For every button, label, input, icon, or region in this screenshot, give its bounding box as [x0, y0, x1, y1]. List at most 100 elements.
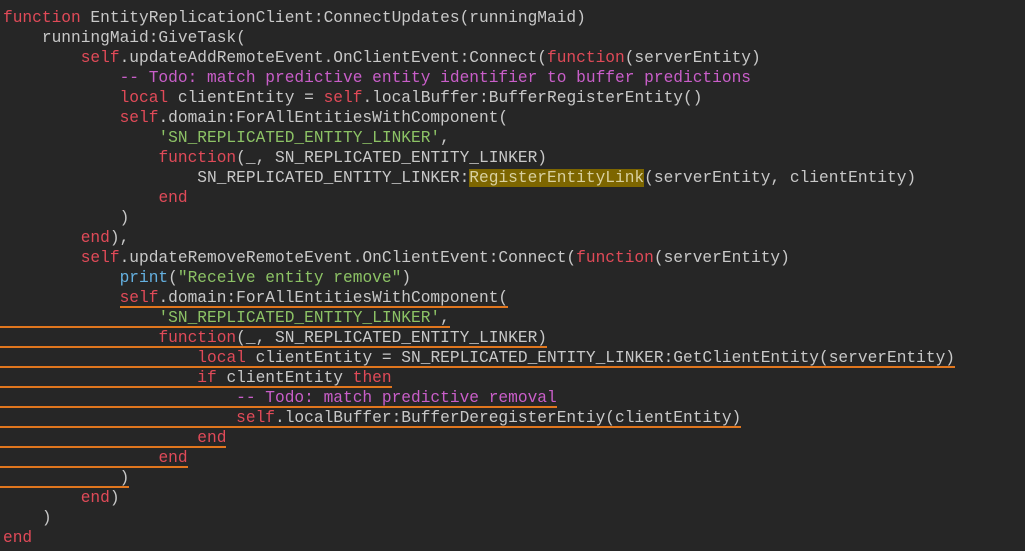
code-line[interactable]: end — [3, 188, 955, 208]
code-line[interactable]: self.domain:ForAllEntitiesWithComponent( — [3, 108, 955, 128]
code-line[interactable]: end — [3, 528, 955, 548]
code-line[interactable]: local clientEntity = self.localBuffer:Bu… — [3, 88, 955, 108]
code-line[interactable]: print("Receive entity remove") — [3, 268, 955, 288]
code-text: (serverEntity) — [624, 49, 761, 67]
code-tokens: end — [197, 428, 227, 447]
code-line-content: self.domain:ForAllEntitiesWithComponent( — [3, 288, 509, 308]
code-line-content: 'SN_REPLICATED_ENTITY_LINKER', — [0, 308, 450, 328]
code-text: clientEntity = SN_REPLICATED_ENTITY_LINK… — [245, 349, 956, 367]
code-tokens: -- Todo: match predictive removal — [236, 388, 557, 407]
keyword: function — [158, 149, 237, 167]
code-line[interactable]: end — [0, 448, 955, 468]
code-line-content: self.localBuffer:BufferDeregisterEntiy(c… — [0, 408, 742, 428]
code-line[interactable]: self.domain:ForAllEntitiesWithComponent( — [3, 288, 955, 308]
code-text: clientEntity = — [168, 89, 324, 107]
code-line[interactable]: self.localBuffer:BufferDeregisterEntiy(c… — [0, 408, 955, 428]
code-line-content: ) — [3, 208, 130, 227]
code-text: (_, SN_REPLICATED_ENTITY_LINKER) — [236, 149, 548, 167]
code-text: runningMaid:GiveTask( — [41, 29, 246, 47]
code-line[interactable]: local clientEntity = SN_REPLICATED_ENTIT… — [0, 348, 956, 368]
code-tokens: self.updateAddRemoteEvent.OnClientEvent:… — [80, 48, 761, 67]
keyword: if — [197, 369, 217, 387]
code-text: .localBuffer:BufferRegisterEntity() — [362, 89, 703, 107]
keyword: self — [119, 289, 159, 307]
keyword: self — [119, 109, 159, 127]
code-line[interactable]: end), — [3, 228, 955, 248]
comment: -- Todo: match predictive entity identif… — [119, 69, 751, 87]
code-tokens: function(_, SN_REPLICATED_ENTITY_LINKER) — [158, 328, 548, 347]
code-tokens: ) — [119, 208, 130, 227]
code-text: ), — [109, 229, 130, 247]
code-line[interactable]: ) — [0, 468, 955, 488]
comment: -- Todo: match predictive removal — [236, 389, 557, 407]
code-text: .updateAddRemoteEvent.OnClientEvent:Conn… — [119, 49, 547, 67]
code-line-content: end — [0, 448, 188, 468]
highlighted-symbol: RegisterEntityLink — [469, 169, 645, 187]
code-line[interactable]: self.updateRemoveRemoteEvent.OnClientEve… — [3, 248, 955, 268]
code-line-content: function(_, SN_REPLICATED_ENTITY_LINKER) — [0, 328, 548, 348]
code-line[interactable]: runningMaid:GiveTask( — [3, 28, 955, 48]
code-line-content: if clientEntity then — [0, 368, 392, 388]
code-line-content: -- Todo: match predictive entity identif… — [3, 68, 751, 87]
keyword: end — [197, 429, 227, 447]
code-tokens: self.domain:ForAllEntitiesWithComponent( — [119, 288, 509, 308]
code-tokens: runningMaid:GiveTask( — [41, 28, 246, 47]
code-line[interactable]: function EntityReplicationClient:Connect… — [3, 8, 955, 28]
code-line[interactable]: self.updateAddRemoteEvent.OnClientEvent:… — [3, 48, 955, 68]
code-line-content: local clientEntity = SN_REPLICATED_ENTIT… — [0, 348, 956, 368]
code-line[interactable]: -- Todo: match predictive removal — [0, 388, 955, 408]
code-line[interactable]: end — [0, 428, 955, 448]
code-line[interactable]: 'SN_REPLICATED_ENTITY_LINKER', — [0, 308, 955, 328]
code-tokens: if clientEntity then — [197, 368, 391, 387]
code-line[interactable]: function(_, SN_REPLICATED_ENTITY_LINKER) — [0, 328, 955, 348]
code-tokens: SN_REPLICATED_ENTITY_LINKER:RegisterEnti… — [197, 168, 916, 187]
keyword: local — [197, 349, 246, 367]
code-text: (_, SN_REPLICATED_ENTITY_LINKER) — [236, 329, 548, 347]
code-line[interactable]: SN_REPLICATED_ENTITY_LINKER:RegisterEnti… — [3, 168, 955, 188]
keyword: end — [3, 529, 33, 547]
code-line-content: runningMaid:GiveTask( — [3, 28, 246, 47]
keyword: self — [80, 49, 120, 67]
code-line-content: function(_, SN_REPLICATED_ENTITY_LINKER) — [3, 148, 548, 167]
code-editor[interactable]: function EntityReplicationClient:Connect… — [0, 8, 956, 548]
code-line[interactable]: if clientEntity then — [0, 368, 955, 388]
code-text: ( — [168, 269, 178, 287]
code-line[interactable]: end) — [3, 488, 955, 508]
code-line-content: print("Receive entity remove") — [3, 268, 412, 287]
keyword: function — [158, 329, 237, 347]
keyword: end — [80, 229, 110, 247]
code-line[interactable]: ) — [3, 208, 955, 228]
code-line-content: end — [3, 528, 33, 547]
keyword: function — [547, 49, 625, 67]
code-text: .localBuffer:BufferDeregisterEntiy(clien… — [275, 409, 742, 427]
code-line-content: end — [3, 188, 187, 207]
keyword: self — [236, 409, 275, 427]
code-line[interactable]: -- Todo: match predictive entity identif… — [3, 68, 955, 88]
code-line-content: end — [0, 428, 227, 448]
code-text: ) — [109, 489, 120, 507]
code-line[interactable]: function(_, SN_REPLICATED_ENTITY_LINKER) — [3, 148, 955, 168]
code-text: .domain:ForAllEntitiesWithComponent( — [158, 289, 509, 307]
keyword: self — [80, 249, 120, 267]
keyword: local — [119, 89, 169, 107]
code-line[interactable]: 'SN_REPLICATED_ENTITY_LINKER', — [3, 128, 955, 148]
code-tokens: end — [3, 528, 33, 547]
code-text: ) — [119, 209, 130, 227]
code-text: ) — [401, 269, 412, 287]
code-line[interactable]: ) — [3, 508, 955, 528]
code-line-content: -- Todo: match predictive removal — [0, 388, 557, 408]
